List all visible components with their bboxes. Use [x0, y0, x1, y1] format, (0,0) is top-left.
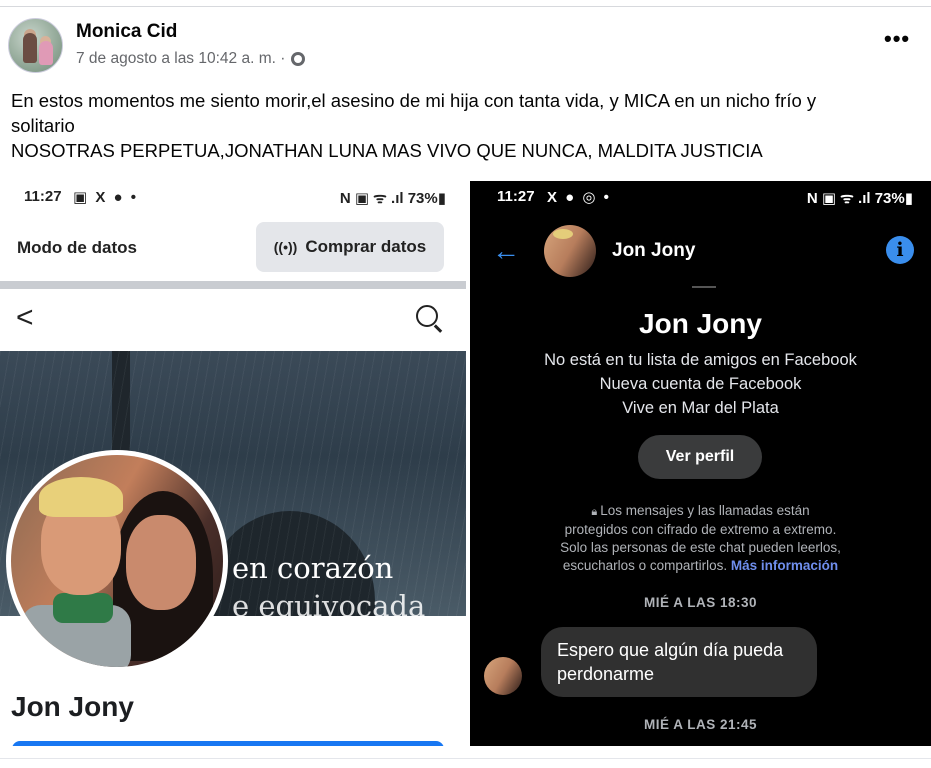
- contact-info-line: Vive en Mar del Plata: [622, 399, 779, 417]
- broadcast-icon: ((•)): [273, 239, 298, 255]
- back-arrow-icon[interactable]: ←: [492, 235, 520, 267]
- profile-picture[interactable]: [6, 450, 228, 672]
- more-info-link[interactable]: Más información: [731, 558, 838, 573]
- contact-info-line: No está en tu lista de amigos en Faceboo…: [544, 351, 857, 369]
- bottom-divider: [0, 758, 931, 759]
- status-right-icons: N ▣ ᯤ .ıl 73%▮: [806, 190, 913, 207]
- message-timestamp: MIÉ A LAS 18:30: [643, 595, 758, 610]
- encryption-notice: 🔒︎ Los mensajes y las llamadas están pro…: [560, 503, 841, 573]
- author-avatar[interactable]: [8, 18, 63, 73]
- contact-avatar[interactable]: [544, 225, 596, 277]
- scroll-indicator: [692, 286, 716, 288]
- profile-nav-bar: <: [0, 289, 466, 351]
- primary-action-button[interactable]: [12, 741, 444, 746]
- left-attached-image[interactable]: 11:27 ▣ X ● • N ▣ ᯤ .ıl 73%▮ Modo de dat…: [0, 181, 466, 746]
- data-mode-label: Modo de datos: [17, 238, 137, 257]
- chat-header: ← Jon Jony i: [470, 217, 931, 287]
- divider: [0, 281, 466, 289]
- status-bar: 11:27 ▣ X ● • N ▣ ᯤ .ıl 73%▮: [0, 181, 466, 217]
- cover-text: en corazón: [232, 551, 394, 585]
- view-profile-button[interactable]: Ver perfil: [638, 435, 762, 479]
- profile-name: Jon Jony: [11, 691, 134, 722]
- post-meta: 7 de agosto a las 10:42 a. m. ·: [76, 50, 306, 68]
- buy-data-label: Comprar datos: [305, 237, 427, 256]
- back-icon[interactable]: <: [16, 301, 34, 335]
- status-bar: 11:27 X ● ◎ • N ▣ ᯤ .ıl 73%▮: [470, 181, 931, 217]
- top-divider: [0, 6, 931, 7]
- message-text: perdonarme: [557, 664, 655, 684]
- contact-big-name: Jon Jony: [639, 308, 762, 339]
- post-author-name[interactable]: Monica Cid: [76, 21, 177, 43]
- info-icon[interactable]: i: [886, 236, 914, 264]
- right-attached-image[interactable]: 11:27 X ● ◎ • N ▣ ᯤ .ıl 73%▮ ← Jon Jony …: [470, 181, 931, 746]
- post-text: En estos momentos me siento morir,el ase…: [11, 88, 916, 163]
- sender-avatar[interactable]: [484, 657, 522, 695]
- post-timestamp[interactable]: 7 de agosto a las 10:42 a. m. ·: [76, 50, 285, 68]
- contact-info-line: Nueva cuenta de Facebook: [599, 375, 802, 393]
- status-time: 11:27: [497, 188, 535, 205]
- globe-icon: [291, 52, 306, 66]
- buy-data-button[interactable]: ((•)) Comprar datos: [256, 222, 444, 272]
- cover-text: e equivocada: [232, 589, 426, 616]
- chat-contact-name[interactable]: Jon Jony: [612, 240, 695, 262]
- message-bubble[interactable]: Espero que algún día pueda perdonarme: [541, 627, 817, 697]
- status-icons: X ● ◎ •: [547, 189, 611, 206]
- lock-icon: 🔒︎: [591, 506, 601, 518]
- message-timestamp: MIÉ A LAS 21:45: [643, 717, 758, 732]
- message-text: Espero que algún día pueda: [557, 640, 784, 660]
- search-icon[interactable]: [416, 305, 438, 327]
- more-options-button[interactable]: •••: [884, 26, 910, 52]
- post-text-line: En estos momentos me siento morir,el ase…: [11, 90, 817, 111]
- status-right-icons: N ▣ ᯤ .ıl 73%▮: [339, 190, 446, 207]
- status-icons: ▣ X ● •: [73, 189, 138, 206]
- post-text-line: NOSOTRAS PERPETUA,JONATHAN LUNA MAS VIVO…: [11, 140, 763, 161]
- post-text-line: solitario: [11, 115, 75, 136]
- status-time: 11:27: [24, 188, 62, 205]
- data-mode-row: Modo de datos ((•)) Comprar datos: [0, 217, 466, 281]
